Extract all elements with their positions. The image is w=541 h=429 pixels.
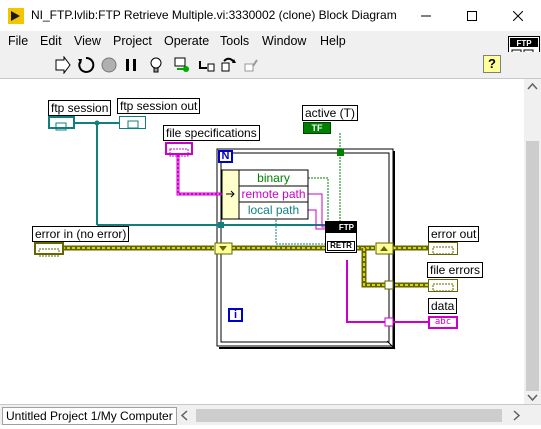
horizontal-scrollbar[interactable] [178, 407, 523, 424]
title-bar: NI_FTP.lvlib:FTP Retrieve Multiple.vi:33… [0, 0, 541, 32]
highlight-execution-icon[interactable] [147, 56, 165, 74]
loop-count-terminal[interactable]: N [218, 150, 233, 163]
menu-file[interactable]: File [8, 34, 28, 48]
close-icon [512, 10, 524, 22]
maximize-button[interactable] [449, 0, 495, 30]
block-diagram-canvas[interactable]: ftp session ftp session out file specifi… [0, 79, 524, 404]
error-array-icon [432, 283, 454, 292]
run-continuously-icon[interactable] [77, 56, 95, 74]
ftp-session-out-label[interactable]: ftp session out [117, 98, 201, 114]
unbundle-field-remote-path[interactable]: remote path [240, 187, 307, 202]
loop-iteration-terminal[interactable]: i [228, 308, 243, 322]
menu-edit[interactable]: Edit [40, 34, 62, 48]
close-button[interactable] [495, 0, 541, 30]
step-over-icon[interactable] [220, 56, 238, 74]
maximize-icon [467, 11, 477, 22]
unbundle-field-local-path[interactable]: local path [240, 203, 307, 218]
minimize-icon [421, 15, 431, 17]
active-constant-value: TF [311, 123, 323, 133]
loop-iteration-label: i [233, 309, 238, 321]
cluster-array-icon [169, 148, 189, 157]
menu-help[interactable]: Help [320, 34, 346, 48]
labview-icon [8, 8, 24, 24]
file-specifications-control[interactable] [165, 142, 193, 157]
ftp-session-control[interactable] [48, 116, 75, 131]
context-help-label: ? [488, 56, 496, 71]
file-errors-label[interactable]: file errors [427, 262, 484, 278]
toolbar: ? [0, 52, 541, 79]
data-indicator[interactable]: abc [428, 316, 458, 329]
error-out-indicator[interactable] [428, 242, 458, 255]
minimize-button[interactable] [403, 0, 449, 30]
ftp-node-operation: RETR [327, 241, 355, 251]
ftp-session-out-indicator[interactable] [119, 116, 146, 129]
status-bar: Untitled Project 1/My Computer [0, 404, 541, 425]
menu-window[interactable]: Window [262, 34, 306, 48]
menu-operate[interactable]: Operate [164, 34, 209, 48]
abort-icon[interactable] [100, 56, 118, 74]
step-into-icon[interactable] [198, 56, 216, 74]
ftp-node-header: FTP [326, 222, 356, 233]
vertical-scrollbar-graphic [526, 82, 539, 402]
window-title: NI_FTP.lvlib:FTP Retrieve Multiple.vi:33… [31, 8, 397, 22]
step-out-icon[interactable] [243, 56, 261, 74]
refnum-icon [127, 120, 139, 129]
data-label[interactable]: data [428, 298, 458, 314]
error-cluster-icon [432, 246, 454, 255]
unbundle-field-binary[interactable]: binary [240, 171, 307, 186]
vertical-scrollbar[interactable] [524, 79, 541, 404]
error-cluster-icon [38, 248, 60, 257]
file-errors-indicator[interactable] [428, 279, 458, 292]
menu-project[interactable]: Project [113, 34, 152, 48]
context-help-button[interactable]: ? [483, 55, 501, 73]
file-specifications-label[interactable]: file specifications [163, 125, 260, 141]
run-arrow-icon[interactable] [54, 56, 72, 74]
pause-icon[interactable] [122, 56, 140, 74]
error-out-label[interactable]: error out [428, 226, 480, 242]
loop-count-label: N [221, 150, 230, 162]
active-label[interactable]: active (T) [302, 105, 359, 121]
ftp-retr-node[interactable]: FTP RETR [325, 221, 357, 253]
project-context[interactable]: Untitled Project 1/My Computer [2, 407, 177, 425]
svg-text:FTP: FTP [516, 39, 532, 48]
refnum-icon [55, 122, 67, 131]
ftp-session-label[interactable]: ftp session [48, 100, 112, 116]
data-type-label: abc [434, 317, 452, 327]
menu-view[interactable]: View [74, 34, 101, 48]
horizontal-scrollbar-graphic [180, 409, 521, 422]
error-in-label[interactable]: error in (no error) [32, 226, 130, 242]
error-in-control[interactable] [34, 242, 64, 257]
retain-wire-values-icon[interactable] [173, 56, 191, 74]
menu-tools[interactable]: Tools [220, 34, 249, 48]
active-constant[interactable]: TF [303, 122, 331, 134]
menu-bar: File Edit View Project Operate Tools Win… [0, 31, 541, 52]
